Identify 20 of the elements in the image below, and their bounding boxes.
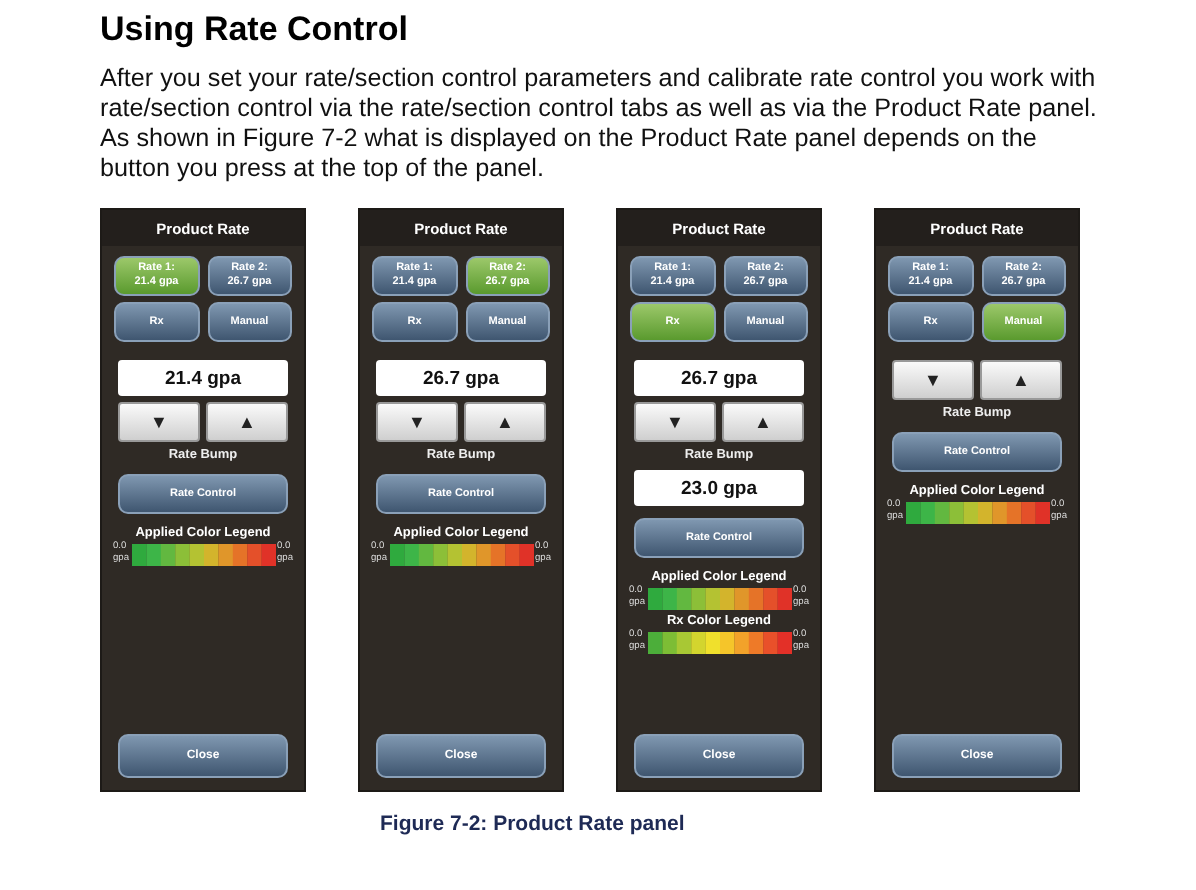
rate-value-field[interactable]: 21.4 gpa: [118, 360, 288, 396]
rate-bump-button[interactable]: ▼: [118, 402, 200, 442]
color-ramp: [647, 587, 791, 609]
figure-caption: Figure 7-2: Product Rate panel: [380, 812, 685, 836]
rate-bump-button[interactable]: ▲: [722, 402, 804, 442]
color-ramp: [647, 631, 791, 653]
body-paragraph: After you set your rate/section control parameters and calibrate rate control you work with rate/section control via the rate/section control tabs as well as via the Product Rate panel. As shown in Figure 7-2 what is displayed on the Product Rate panel depends on the button you press at the top of the panel.: [100, 64, 1099, 184]
rx-value-field[interactable]: 23.0 gpa: [634, 470, 804, 506]
color-ramp: [389, 543, 533, 565]
rate-bump-button[interactable]: ▼: [376, 402, 458, 442]
color-ramp: [905, 501, 1049, 523]
rate-value-field[interactable]: 26.7 gpa: [376, 360, 546, 396]
rate-bump-button[interactable]: ▲: [980, 360, 1062, 400]
color-ramp: [131, 543, 275, 565]
rate-bump-button[interactable]: ▼: [634, 402, 716, 442]
rate-bump-button[interactable]: ▼: [892, 360, 974, 400]
rate-bump-button[interactable]: ▲: [464, 402, 546, 442]
rate-bump-button[interactable]: ▲: [206, 402, 288, 442]
rate-value-field[interactable]: 26.7 gpa: [634, 360, 804, 396]
section-heading: Using Rate Control: [100, 8, 410, 52]
